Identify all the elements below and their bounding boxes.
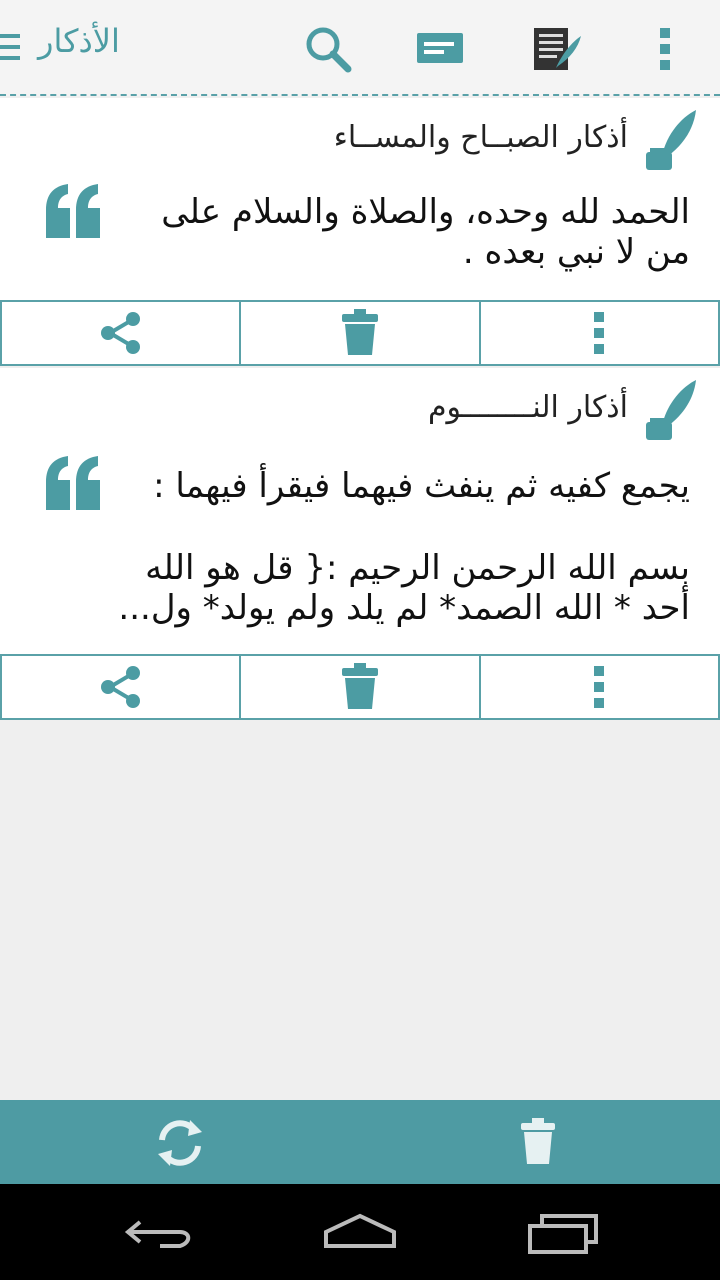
card-body: يجمع كفيه ثم ينفث فيهما فيقرأ فيهما : بس…	[110, 466, 690, 628]
quote-icon	[46, 456, 100, 510]
home-icon[interactable]	[320, 1208, 400, 1256]
bottom-action-bar	[0, 1100, 720, 1184]
body-line: يجمع كفيه ثم ينفث فيهما فيقرأ فيهما :	[153, 466, 690, 506]
quill-inkpot-icon	[646, 110, 696, 170]
card-title: أذكار النــــــــوم	[427, 390, 628, 425]
body-line: الحمد لله وحده، والصلاة والسلام على	[161, 192, 690, 232]
quill-inkpot-icon	[646, 380, 696, 440]
list-icon[interactable]	[416, 24, 466, 74]
body-line: من لا نبي بعده .	[462, 232, 690, 272]
azkar-card-morning-evening[interactable]: أذكار الصبــاح والمســاء الحمد لله وحده،…	[0, 98, 720, 300]
action-bar: الأذكار	[0, 0, 720, 96]
delete-button[interactable]	[239, 302, 478, 364]
more-options-button[interactable]	[478, 302, 720, 364]
overflow-icon	[594, 666, 605, 708]
card-actions	[0, 300, 720, 366]
body-line: بسم الله الرحمن الرحيم :{ قل هو الله	[145, 548, 690, 588]
trash-icon	[341, 663, 378, 709]
card-body: الحمد لله وحده، والصلاة والسلام على من ل…	[110, 192, 690, 272]
overflow-icon[interactable]	[640, 24, 690, 74]
azkar-card-sleep[interactable]: أذكار النــــــــوم يجمع كفيه ثم ينفث في…	[0, 368, 720, 654]
back-icon[interactable]	[120, 1208, 200, 1256]
more-options-button[interactable]	[478, 656, 720, 718]
share-icon	[100, 666, 140, 708]
delete-button[interactable]	[239, 656, 478, 718]
recents-icon[interactable]	[524, 1208, 604, 1256]
menu-icon[interactable]	[0, 34, 20, 64]
notes-quill-icon[interactable]	[532, 24, 582, 74]
share-icon	[100, 312, 140, 354]
trash-icon[interactable]	[520, 1118, 556, 1166]
overflow-icon	[594, 312, 605, 354]
search-icon[interactable]	[303, 24, 353, 74]
card-title: أذكار الصبــاح والمســاء	[333, 120, 628, 155]
trash-icon	[341, 309, 378, 355]
system-nav-bar	[0, 1184, 720, 1280]
quote-icon	[46, 184, 100, 238]
refresh-icon[interactable]	[154, 1118, 206, 1168]
card-actions	[0, 654, 720, 720]
body-line: أحد * الله الصمد* لم يلد ولم يولد* ول...	[118, 588, 690, 628]
app-title: الأذكار	[38, 22, 120, 60]
share-button[interactable]	[0, 656, 239, 718]
share-button[interactable]	[0, 302, 239, 364]
